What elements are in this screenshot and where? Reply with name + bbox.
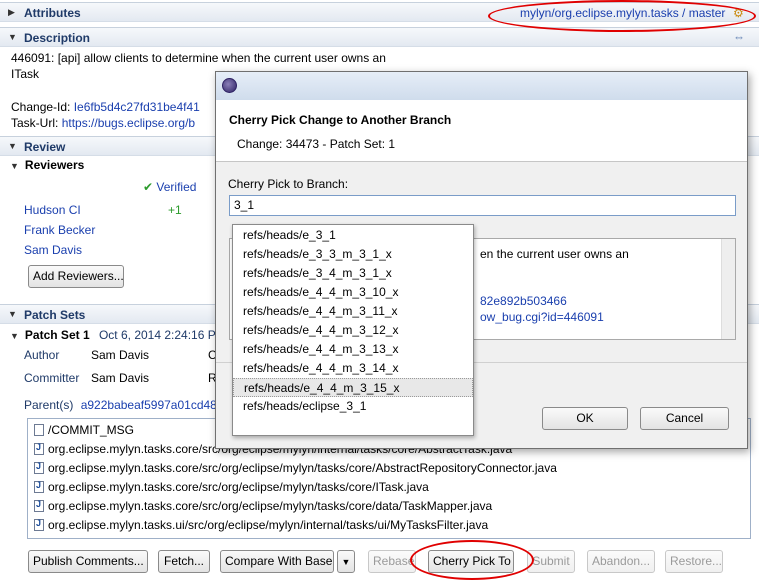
compare-with-base-button[interactable]: Compare With Base bbox=[220, 550, 334, 573]
dialog-titlebar[interactable] bbox=[216, 72, 747, 100]
branch-suggestion[interactable]: refs/heads/e_4_4_m_3_14_x bbox=[233, 359, 473, 378]
branch-suggestion[interactable]: refs/heads/e_3_1 bbox=[233, 226, 473, 245]
ok-button[interactable]: OK bbox=[542, 407, 628, 430]
patch-set-label: Patch Set 1 bbox=[24, 328, 90, 342]
change-id-row: Change-Id: Ie6fb5d4c27fd31be4f41 bbox=[11, 100, 200, 114]
add-reviewers-button[interactable]: Add Reviewers... bbox=[28, 265, 124, 288]
message-link[interactable]: 82e892b503466 bbox=[480, 294, 567, 308]
file-path: /COMMIT_MSG bbox=[48, 423, 134, 437]
file-path: org.eclipse.mylyn.tasks.core/src/org/ecl… bbox=[48, 499, 493, 513]
restore-button[interactable]: Restore... bbox=[665, 550, 723, 573]
reviewers-title: Reviewers bbox=[24, 158, 85, 172]
verified-label: Verified bbox=[156, 180, 197, 194]
branch-suggestion[interactable]: refs/heads/e_4_4_m_3_10_x bbox=[233, 283, 473, 302]
task-url-link[interactable]: https://bugs.eclipse.org/b bbox=[62, 116, 195, 130]
branch-suggestion[interactable]: refs/heads/e_4_4_m_3_12_x bbox=[233, 321, 473, 340]
change-id-label: Change-Id: bbox=[11, 100, 71, 114]
branch-suggestions-list[interactable]: refs/heads/e_3_1 refs/heads/e_3_3_m_3_1_… bbox=[232, 224, 474, 436]
committer-label: Committer bbox=[24, 371, 80, 385]
collapse-toggle-icon[interactable]: ▼ bbox=[8, 141, 17, 151]
chevron-down-icon: ▼ bbox=[341, 557, 351, 567]
file-row[interactable]: org.eclipse.mylyn.tasks.core/src/org/ecl… bbox=[34, 499, 492, 518]
branch-suggestion[interactable]: refs/heads/e_4_4_m_3_13_x bbox=[233, 340, 473, 359]
dialog-subtitle: Change: 34473 - Patch Set: 1 bbox=[237, 137, 396, 151]
branch-suggestion[interactable]: refs/heads/eclipse_3_1 bbox=[233, 397, 473, 416]
java-file-icon bbox=[34, 518, 44, 531]
branch-input[interactable]: 3_1 bbox=[229, 195, 736, 216]
compare-dropdown-button[interactable]: ▼ bbox=[337, 550, 355, 573]
patch-sets-title: Patch Sets bbox=[24, 308, 86, 322]
task-url-label: Task-Url: bbox=[11, 116, 59, 130]
file-row[interactable]: org.eclipse.mylyn.tasks.ui/src/org/eclip… bbox=[34, 518, 488, 537]
message-line: en the current user owns an bbox=[480, 247, 629, 261]
reviewer-name[interactable]: Frank Becker bbox=[24, 223, 95, 237]
description-line1: 446091: [api] allow clients to determine… bbox=[11, 51, 386, 65]
commit-msg-icon bbox=[34, 424, 44, 436]
review-title: Review bbox=[24, 140, 66, 154]
branch-suggestion[interactable]: refs/heads/e_3_3_m_3_1_x bbox=[233, 245, 473, 264]
task-url-row: Task-Url: https://bugs.eclipse.org/b bbox=[11, 116, 195, 130]
annotation-ellipse bbox=[488, 0, 756, 32]
branch-field-label: Cherry Pick to Branch: bbox=[228, 177, 349, 191]
attributes-title: Attributes bbox=[24, 6, 81, 20]
file-row[interactable]: org.eclipse.mylyn.tasks.core/src/org/ecl… bbox=[34, 480, 429, 499]
annotation-ellipse bbox=[410, 540, 534, 580]
branch-suggestion[interactable]: refs/heads/e_3_4_m_3_1_x bbox=[233, 264, 473, 283]
file-row[interactable]: org.eclipse.mylyn.tasks.core/src/org/ecl… bbox=[34, 461, 557, 480]
rebase-button[interactable]: Rebase bbox=[368, 550, 416, 573]
fetch-button[interactable]: Fetch... bbox=[158, 550, 210, 573]
expand-toggle-icon[interactable]: ▶ bbox=[8, 7, 15, 18]
collapse-toggle-icon[interactable]: ▼ bbox=[8, 32, 17, 42]
reviewer-name[interactable]: Sam Davis bbox=[24, 243, 82, 257]
java-file-icon bbox=[34, 499, 44, 512]
dialog-header: Cherry Pick Change to Another Branch Cha… bbox=[216, 100, 747, 162]
author-value: Sam Davis bbox=[91, 348, 150, 362]
abandon-button[interactable]: Abandon... bbox=[587, 550, 655, 573]
publish-comments-button[interactable]: Publish Comments... bbox=[28, 550, 148, 573]
check-icon: ✔ bbox=[143, 180, 154, 194]
message-scrollbar[interactable] bbox=[721, 239, 735, 339]
section-action-icon[interactable]: ⇔ bbox=[733, 30, 745, 44]
description-line2: ITask bbox=[11, 67, 40, 81]
message-link[interactable]: ow_bug.cgi?id=446091 bbox=[480, 310, 604, 324]
java-file-icon bbox=[34, 461, 44, 474]
java-file-icon bbox=[34, 480, 44, 493]
collapse-toggle-icon[interactable]: ▼ bbox=[10, 331, 19, 341]
verified-column-header: ✔ Verified bbox=[143, 180, 196, 194]
reviewers-subheader[interactable]: ▼ Reviewers bbox=[10, 158, 84, 172]
file-path: org.eclipse.mylyn.tasks.ui/src/org/eclip… bbox=[48, 518, 489, 532]
java-file-icon bbox=[34, 442, 44, 455]
patch-set-date: Oct 6, 2014 2:24:16 PM bbox=[98, 328, 226, 342]
parents-row: Parent(s) a922babeaf5997a01cd48d bbox=[24, 398, 224, 412]
reviewer-name[interactable]: Hudson CI bbox=[24, 203, 81, 217]
cancel-button[interactable]: Cancel bbox=[640, 407, 729, 430]
author-label: Author bbox=[24, 348, 60, 362]
file-row[interactable]: /COMMIT_MSG bbox=[34, 423, 134, 442]
eclipse-logo-icon bbox=[222, 78, 237, 93]
branch-suggestion-selected[interactable]: refs/heads/e_4_4_m_3_15_x bbox=[233, 378, 473, 397]
submit-button[interactable]: Submit bbox=[527, 550, 575, 573]
committer-value: Sam Davis bbox=[91, 371, 150, 385]
collapse-toggle-icon[interactable]: ▼ bbox=[8, 309, 17, 319]
file-path: org.eclipse.mylyn.tasks.core/src/org/ecl… bbox=[48, 461, 557, 475]
patch-set-subheader[interactable]: ▼ Patch Set 1 Oct 6, 2014 2:24:16 PM bbox=[10, 328, 226, 342]
dialog-title: Cherry Pick Change to Another Branch bbox=[229, 113, 452, 127]
file-path: org.eclipse.mylyn.tasks.core/src/org/ecl… bbox=[48, 480, 429, 494]
description-title: Description bbox=[24, 31, 91, 45]
branch-suggestion[interactable]: refs/heads/e_4_4_m_3_11_x bbox=[233, 302, 473, 321]
reviewer-score: +1 bbox=[168, 203, 182, 217]
parents-label: Parent(s) bbox=[24, 398, 74, 412]
change-id-link[interactable]: Ie6fb5d4c27fd31be4f41 bbox=[74, 100, 200, 114]
collapse-toggle-icon[interactable]: ▼ bbox=[10, 161, 19, 171]
parent-commit-link[interactable]: a922babeaf5997a01cd48d bbox=[81, 398, 224, 412]
